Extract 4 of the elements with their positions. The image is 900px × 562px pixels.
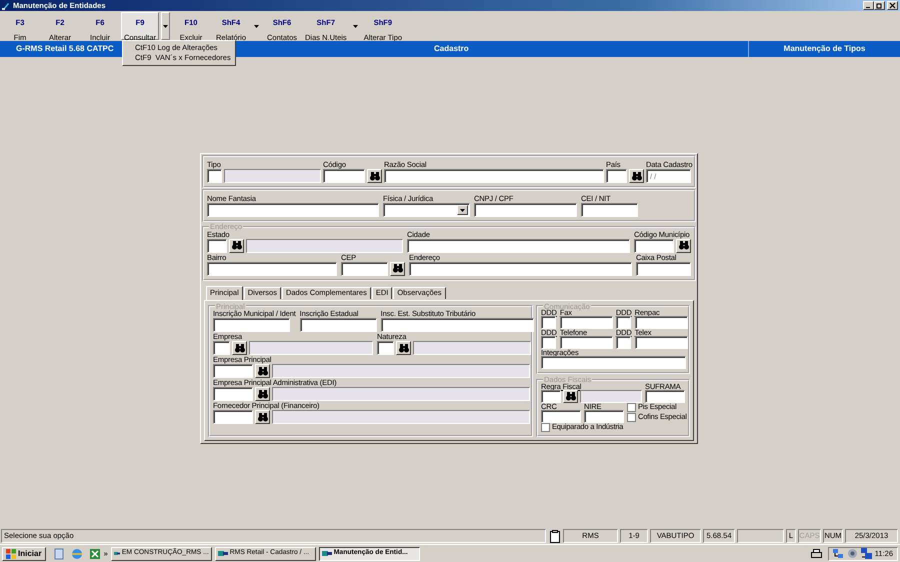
header-title: G-RMS Retail 5.68 CATPC bbox=[16, 45, 114, 53]
header-section: Cadastro bbox=[434, 45, 469, 53]
start-button[interactable]: Iniciar bbox=[2, 546, 46, 560]
header-subtitle: Manutenção de Tipos bbox=[784, 45, 866, 53]
